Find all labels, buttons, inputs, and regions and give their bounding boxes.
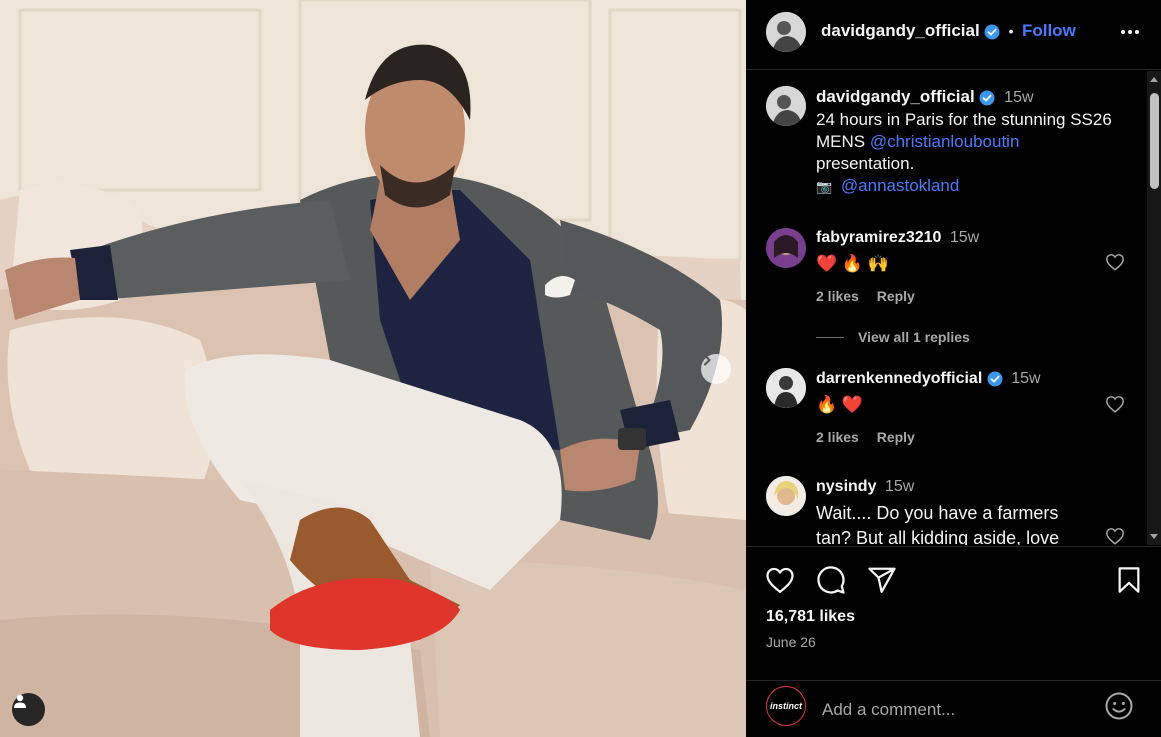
scroll-down-arrow-icon[interactable] (1150, 534, 1158, 539)
comment-time[interactable]: 15w (885, 478, 914, 495)
comment-input[interactable] (822, 696, 1082, 724)
user-icon (14, 694, 26, 708)
post-image (0, 0, 746, 737)
next-image-button[interactable] (701, 354, 731, 384)
comment-likes[interactable]: 2 likes (816, 429, 859, 445)
profile-picture (766, 86, 806, 126)
comment-username[interactable]: darrenkennedyofficial (816, 370, 982, 387)
reply-button[interactable]: Reply (877, 288, 915, 304)
chevron-right-icon (704, 354, 711, 366)
caption-username[interactable]: davidgandy_official (816, 87, 975, 106)
scrollbar-thumb[interactable] (1150, 93, 1159, 189)
camera-emoji: 📷 (816, 179, 833, 194)
verified-badge-icon (984, 24, 1000, 40)
comment-text: 🔥 ❤️ (816, 395, 864, 414)
add-comment-bar: instinct (746, 682, 1161, 737)
comment-like-icon[interactable] (1105, 253, 1125, 271)
avatar[interactable] (766, 228, 806, 268)
profile-picture (766, 228, 806, 268)
comment-like-icon[interactable] (1105, 527, 1125, 545)
separator-dot: • (1008, 23, 1014, 39)
like-icon[interactable] (765, 566, 795, 594)
replies-divider (816, 337, 844, 338)
mention-link[interactable]: @annastokland (841, 176, 959, 195)
scroll-up-arrow-icon[interactable] (1150, 77, 1158, 82)
caption-text-after: presentation. (816, 154, 915, 173)
avatar[interactable]: instinct (766, 686, 806, 726)
post-date[interactable]: June 26 (766, 634, 816, 650)
comments-list[interactable]: davidgandy_official 15w 24 hours in Pari… (746, 71, 1161, 545)
caption-time[interactable]: 15w (1004, 89, 1033, 106)
comment-username[interactable]: nysindy (816, 478, 876, 495)
comment-time[interactable]: 15w (1011, 370, 1040, 387)
comment-username[interactable]: fabyramirez3210 (816, 229, 941, 246)
avatar[interactable] (766, 12, 806, 52)
emoji-icon[interactable] (1104, 691, 1134, 721)
likes-count[interactable]: 16,781 likes (766, 608, 855, 626)
post-actions: 16,781 likes June 26 (746, 546, 1161, 681)
share-icon[interactable] (867, 565, 897, 595)
comment-text: Wait.... Do you have a farmers tan? But … (816, 503, 1060, 545)
comment-icon[interactable] (816, 565, 846, 595)
comment-text: ❤️ 🔥 🙌 (816, 254, 889, 273)
post-author-username[interactable]: davidgandy_official (821, 21, 980, 40)
tagged-users-button[interactable] (12, 693, 45, 726)
verified-badge-icon (979, 90, 995, 106)
current-user-avatar-text: instinct (769, 701, 802, 711)
profile-picture (766, 12, 806, 52)
comment-likes[interactable]: 2 likes (816, 288, 859, 304)
profile-picture (766, 476, 806, 516)
comment-like-icon[interactable] (1105, 395, 1125, 413)
reply-button[interactable]: Reply (877, 429, 915, 445)
view-replies-button[interactable]: View all 1 replies (858, 329, 970, 345)
post-side-panel: davidgandy_official • Follow davidgandy_… (746, 0, 1161, 737)
post-photo[interactable] (0, 0, 746, 737)
profile-picture (766, 368, 806, 408)
avatar[interactable] (766, 86, 806, 126)
comments-scrollbar[interactable] (1147, 71, 1161, 545)
comment-time[interactable]: 15w (950, 229, 979, 246)
more-options-icon[interactable] (1120, 22, 1140, 42)
save-icon[interactable] (1116, 566, 1142, 594)
avatar[interactable] (766, 476, 806, 516)
mention-link[interactable]: @christianlouboutin (870, 132, 1020, 151)
follow-button[interactable]: Follow (1022, 21, 1076, 40)
avatar[interactable] (766, 368, 806, 408)
verified-badge-icon (987, 371, 1003, 387)
post-header: davidgandy_official • Follow (746, 0, 1161, 70)
caption-text: 24 hours in Paris for the stunning SS26 … (816, 109, 1126, 198)
